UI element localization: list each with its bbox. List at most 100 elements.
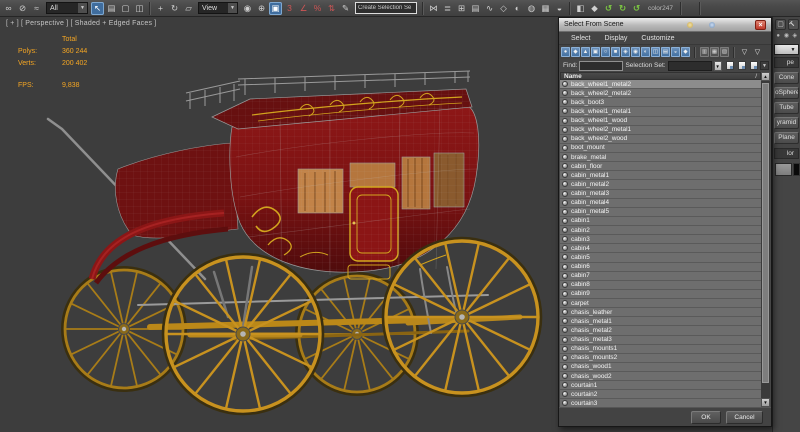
utilities-hammer-icon[interactable]: T [788,19,799,30]
display-toggle-icon[interactable]: ◆ [681,47,690,57]
primitive-button[interactable]: oSphere [774,87,799,99]
object-type-rollout[interactable]: pe [774,57,799,68]
list-item[interactable]: back_wheel2_wood [560,135,761,144]
list-item[interactable]: courtain2 [560,390,761,399]
list-item[interactable]: cabin5 [560,253,761,262]
display-toggle-icon[interactable]: ◫ [651,47,660,57]
find-input[interactable] [579,61,623,71]
menu-item[interactable]: Display [604,35,627,42]
list-item[interactable]: cabin9 [560,290,761,299]
primitive-button[interactable]: yramid [774,117,799,129]
display-toggle-icon[interactable]: ▣ [591,47,600,57]
angle-snap-icon[interactable]: ∠ [297,2,310,15]
list-item[interactable]: courtain1 [560,381,761,390]
refresh-icon-3[interactable]: ↺ [630,2,643,15]
display-toggle-icon[interactable]: ◈ [621,47,630,57]
viewport-label[interactable]: [ + ] [ Perspective ] [ Shaded + Edged F… [6,20,156,27]
list-item[interactable]: courtain3 [560,399,761,407]
select-and-manipulate-icon[interactable]: ⊕ [255,2,268,15]
category-icon[interactable]: ● [775,32,781,41]
list-item[interactable]: back_wheel1_metal1 [560,107,761,116]
menu-item[interactable]: Select [571,35,590,42]
close-button[interactable]: × [755,20,766,30]
display-toggle-icon[interactable]: ■ [611,47,620,57]
list-item[interactable]: chasis_mounts2 [560,354,761,363]
list-item[interactable]: chasis_wood2 [560,372,761,381]
primitive-button[interactable]: Plane [774,132,799,144]
list-item[interactable]: chasis_metal2 [560,326,761,335]
list-item[interactable]: chasis_metal1 [560,317,761,326]
list-item[interactable]: back_wheel1_metal2 [560,80,761,89]
list-item[interactable]: back_wheel1_wood [560,117,761,126]
refresh-icon-1[interactable]: ↺ [602,2,615,15]
percent-snap-icon[interactable]: % [311,2,324,15]
selection-set-icon-3[interactable] [750,61,758,70]
select-and-link-icon[interactable]: ∞ [2,2,15,15]
list-item[interactable]: cabin_metal1 [560,171,761,180]
selection-set-combo[interactable] [668,61,712,71]
list-item[interactable]: back_wheel2_metal2 [560,89,761,98]
display-toggle-icon[interactable]: ◉ [631,47,640,57]
filter-funnel-icon[interactable]: ▽ [752,47,763,58]
name-column-header[interactable]: Name / [560,72,761,80]
named-selection-set-input[interactable] [355,2,417,14]
chevron-down-icon[interactable]: ▼ [714,61,722,71]
list-item[interactable]: cabin_metal3 [560,190,761,199]
list-item[interactable]: chasis_leather [560,308,761,317]
mirror-icon[interactable]: ⋈ [427,2,440,15]
select-and-move-icon[interactable]: + [154,2,167,15]
list-item[interactable]: cabin2 [560,226,761,235]
render-setup-icon[interactable]: ◍ [525,2,538,15]
object-color-swatch[interactable] [793,163,800,176]
list-item[interactable]: back_boot3 [560,98,761,107]
misc-tool-icon-2[interactable]: ◆ [588,2,601,15]
list-scrollbar[interactable]: ▲ ▼ [761,72,770,407]
display-toggle-icon[interactable]: ◆ [571,47,580,57]
rectangular-selection-region-icon[interactable]: ▢ [119,2,132,15]
snap-3d-icon[interactable]: 3 [283,2,296,15]
display-toggle-icon[interactable]: ▤ [661,47,670,57]
scrollbar-thumb[interactable] [762,83,769,383]
list-item[interactable]: chasis_mounts1 [560,345,761,354]
list-item[interactable]: back_wheel2_metal1 [560,126,761,135]
rendered-frame-window-icon[interactable]: ▦ [539,2,552,15]
select-object-icon[interactable]: ↖ [91,2,104,15]
list-item[interactable]: chasis_metal3 [560,336,761,345]
selection-set-icon-2[interactable] [738,61,746,70]
cancel-button[interactable]: Cancel [726,411,763,424]
filter-funnel-icon[interactable]: ▽ [739,47,750,58]
view-toggle-icon[interactable]: ▥ [700,47,709,57]
ribbon-toggle-icon[interactable]: ▤ [469,2,482,15]
list-item[interactable]: cabin_floor [560,162,761,171]
spinner-snap-icon[interactable]: ⇅ [325,2,338,15]
selection-set-icon-1[interactable] [726,61,734,70]
align-icon[interactable]: ≣ [441,2,454,15]
window-crossing-icon[interactable]: ◫ [133,2,146,15]
list-item[interactable]: cabin7 [560,272,761,281]
view-toggle-icon[interactable]: ▧ [720,47,729,57]
unlink-selection-icon[interactable]: ⊘ [16,2,29,15]
select-by-name-icon[interactable]: ▤ [105,2,118,15]
category-icon[interactable]: ◉ [783,32,789,41]
display-toggle-icon[interactable]: ○ [601,47,610,57]
ok-button[interactable]: OK [691,411,721,424]
view-toggle-icon[interactable]: ▦ [710,47,719,57]
list-item[interactable]: cabin4 [560,244,761,253]
display-toggle-icon[interactable]: ◒ [671,47,680,57]
scroll-down-icon[interactable]: ▼ [761,398,770,407]
display-toggle-icon[interactable]: ● [561,47,570,57]
scroll-up-icon[interactable]: ▲ [761,72,770,81]
coordinate-system-dropdown[interactable]: View ▼ [198,2,238,14]
category-icon[interactable]: ◈ [792,32,798,41]
misc-tool-icon-1[interactable]: ◧ [574,2,587,15]
display-toggle-icon[interactable]: ◐ [641,47,650,57]
primitive-button[interactable]: Tube [774,102,799,114]
list-item[interactable]: boot_mount [560,144,761,153]
object-name-field[interactable] [775,163,792,176]
named-selection-sets-icon[interactable]: ✎ [339,2,352,15]
bind-to-space-warp-icon[interactable]: ≈ [30,2,43,15]
list-item[interactable]: cabin3 [560,235,761,244]
select-and-rotate-icon[interactable]: ↻ [168,2,181,15]
refresh-icon-2[interactable]: ↻ [616,2,629,15]
name-and-color-rollout[interactable]: lor [774,148,799,159]
